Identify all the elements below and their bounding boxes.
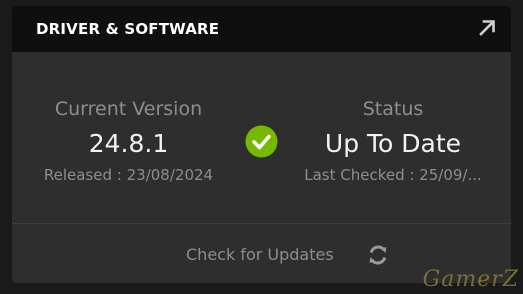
status-label: Status bbox=[362, 98, 424, 120]
check-for-updates-button[interactable]: Check for Updates bbox=[186, 241, 334, 267]
refresh-icon[interactable] bbox=[367, 243, 389, 267]
card-title: DRIVER & SOFTWARE bbox=[36, 20, 220, 38]
check-for-updates-label: Check for Updates bbox=[186, 244, 334, 264]
status-section: Status Up To Date Last Checked : 25/09/.… bbox=[278, 98, 508, 184]
arrow-up-right-icon[interactable] bbox=[477, 18, 497, 38]
current-version-label: Current Version bbox=[54, 98, 203, 120]
status-value: Up To Date bbox=[324, 129, 462, 158]
last-checked-date: Last Checked : 25/09/... bbox=[304, 166, 482, 184]
check-circle-icon bbox=[245, 125, 278, 158]
driver-software-card: DRIVER & SOFTWARE Current Version 24.8.1… bbox=[12, 6, 511, 283]
current-version-value: 24.8.1 bbox=[88, 129, 169, 158]
card-header: DRIVER & SOFTWARE bbox=[12, 6, 511, 52]
app-frame: DRIVER & SOFTWARE Current Version 24.8.1… bbox=[0, 0, 523, 294]
gamerz-watermark: GamerZ bbox=[422, 267, 519, 292]
current-version-section: Current Version 24.8.1 Released : 23/08/… bbox=[12, 98, 245, 184]
released-date: Released : 23/08/2024 bbox=[43, 166, 214, 184]
